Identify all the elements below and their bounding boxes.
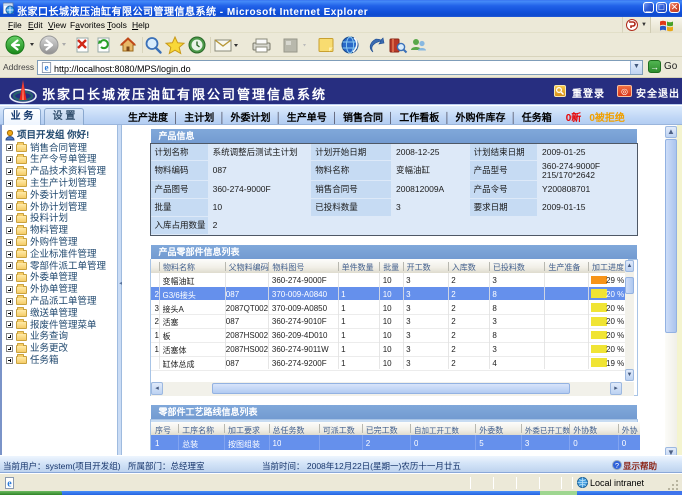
svg-text:e: e: [44, 63, 48, 73]
svg-text:e: e: [7, 479, 12, 490]
